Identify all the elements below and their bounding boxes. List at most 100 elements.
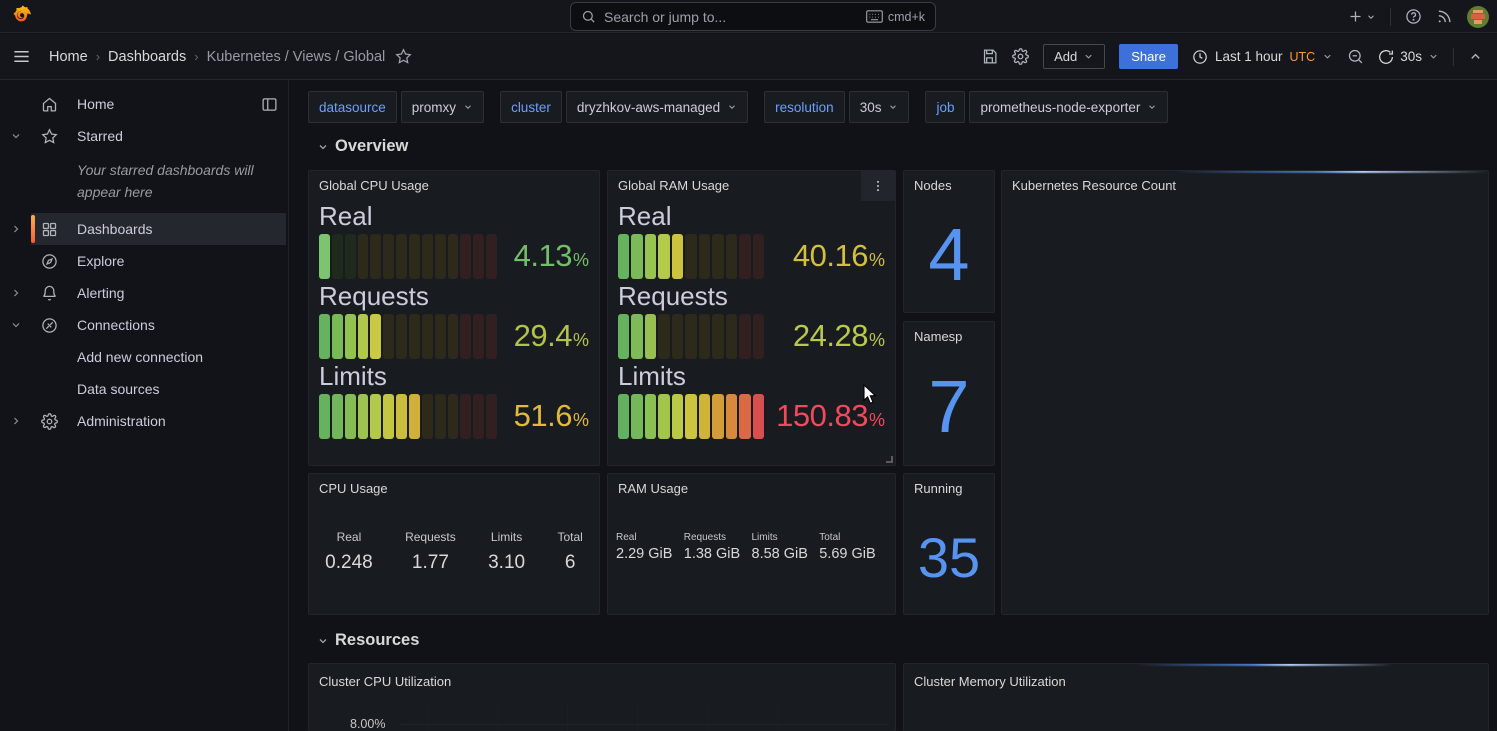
sidebar-item-explore[interactable]: Explore — [0, 245, 288, 277]
gauge-row: 29.4% — [319, 314, 589, 359]
mouse-cursor — [863, 384, 878, 405]
time-range-label: Last 1 hour — [1215, 49, 1283, 64]
gauge-segment — [319, 234, 330, 279]
panel-nodes: Nodes 4 — [903, 170, 995, 313]
filter-value-dropdown[interactable]: promxy — [401, 91, 484, 123]
chevron-down-icon — [1322, 51, 1333, 62]
new-dropdown-button[interactable] — [1348, 9, 1376, 24]
menu-icon[interactable] — [12, 47, 31, 66]
chevron-down-icon — [1083, 51, 1094, 62]
refresh-interval-label: 30s — [1400, 49, 1422, 64]
filter-cluster: cluster dryzhkov-aws-managed — [500, 91, 748, 123]
plug-icon — [41, 317, 58, 334]
dock-sidebar-icon[interactable] — [261, 96, 278, 113]
chevron-right-icon[interactable] — [10, 287, 22, 299]
panel-title[interactable]: RAM Usage — [608, 474, 895, 500]
add-button[interactable]: Add — [1043, 44, 1105, 69]
sidebar-item-starred[interactable]: Starred — [0, 120, 288, 152]
gauge-segment — [448, 394, 459, 439]
gauge-row-label: Requests — [618, 282, 885, 312]
panel-title[interactable]: Nodes — [904, 171, 994, 197]
gauge-segment — [685, 234, 696, 279]
gauge-segment — [370, 394, 381, 439]
panel-title[interactable]: CPU Usage — [309, 474, 599, 500]
keyboard-icon — [866, 10, 883, 23]
grafana-logo-icon[interactable] — [11, 5, 33, 27]
news-icon[interactable] — [1436, 8, 1453, 25]
zoom-out-icon[interactable] — [1347, 48, 1364, 65]
chevron-down-icon[interactable] — [10, 130, 22, 142]
filter-value-dropdown[interactable]: 30s — [849, 91, 910, 123]
chevron-right-icon[interactable] — [10, 415, 22, 427]
ram-gauge-rows: Real 40.16% Requests 24.28% Limits 150.8… — [608, 197, 895, 439]
panel-title[interactable]: Global CPU Usage — [309, 171, 599, 197]
stat-limits: Limits3.10 — [488, 530, 525, 574]
chevron-right-icon[interactable] — [10, 223, 22, 235]
section-overview[interactable]: Overview — [317, 137, 408, 156]
gauge-bar — [618, 314, 764, 359]
star-icon[interactable] — [395, 48, 412, 65]
sidebar-item-dashboards[interactable]: Dashboards — [0, 213, 288, 245]
section-resources[interactable]: Resources — [317, 631, 419, 650]
gauge-segment — [448, 314, 459, 359]
clock-icon — [1192, 49, 1208, 65]
gauge-segment — [753, 234, 764, 279]
chevron-down-icon — [727, 102, 737, 112]
panel-title[interactable]: Running — [904, 474, 994, 500]
gauge-segment — [631, 314, 642, 359]
filter-label: cluster — [500, 91, 562, 123]
gauge-segment — [712, 234, 723, 279]
panel-title[interactable]: Cluster Memory Utilization — [904, 664, 1488, 693]
gauge-segment — [699, 314, 710, 359]
panel-title[interactable]: Global RAM Usage — [608, 171, 895, 197]
panel-title[interactable]: Cluster CPU Utilization — [309, 664, 895, 693]
panel-cluster-cpu-utilization: Cluster CPU Utilization 8.00% — [308, 663, 896, 731]
gauge-segment — [473, 394, 484, 439]
gauge-segment — [753, 314, 764, 359]
settings-gear-icon[interactable] — [1012, 48, 1029, 65]
panel-resize-handle[interactable] — [886, 456, 893, 463]
gauge-segment — [345, 314, 356, 359]
panel-title[interactable]: Namesp — [904, 322, 994, 348]
filter-value-dropdown[interactable]: prometheus-node-exporter — [969, 91, 1168, 123]
panel-menu-kebab-icon[interactable] — [861, 171, 895, 201]
filter-value-dropdown[interactable]: dryzhkov-aws-managed — [566, 91, 748, 123]
chevron-up-icon[interactable] — [1468, 49, 1483, 64]
gauge-bar — [319, 234, 497, 279]
breadcrumb-home[interactable]: Home — [49, 49, 88, 65]
search-shortcut: cmd+k — [866, 10, 925, 24]
gauge-segment — [739, 314, 750, 359]
sidebar-item-data-sources[interactable]: Data sources — [0, 373, 288, 405]
sidebar-item-connections[interactable]: Connections — [0, 309, 288, 341]
gauge-segment — [396, 314, 407, 359]
gear-icon — [41, 413, 58, 430]
top-bar: Search or jump to... cmd+k — [0, 0, 1497, 33]
help-icon[interactable] — [1405, 8, 1422, 25]
time-range-picker[interactable]: Last 1 hour UTC — [1192, 49, 1333, 65]
gauge-segment — [383, 234, 394, 279]
gauge-segment — [631, 234, 642, 279]
sidebar-item-add-new-connection[interactable]: Add new connection — [0, 341, 288, 373]
panel-title[interactable]: Kubernetes Resource Count — [1002, 171, 1488, 197]
sidebar-item-administration[interactable]: Administration — [0, 405, 288, 437]
chevron-down-icon[interactable] — [10, 319, 22, 331]
user-avatar[interactable] — [1467, 6, 1489, 28]
stat-requests: Requests1.38 GiB — [684, 532, 752, 562]
sidebar-item-home[interactable]: Home — [0, 88, 288, 120]
refresh-picker[interactable]: 30s — [1378, 49, 1439, 65]
gauge-segment — [753, 394, 764, 439]
share-button[interactable]: Share — [1119, 44, 1178, 69]
gauge-segment — [726, 234, 737, 279]
gauge-segment — [409, 314, 420, 359]
template-variables-bar: datasource promxy cluster dryzhkov-aws-m… — [308, 91, 1168, 123]
gauge-bar — [319, 314, 497, 359]
breadcrumb-dashboards[interactable]: Dashboards — [108, 49, 186, 65]
grafana-app: Search or jump to... cmd+k — [0, 0, 1497, 731]
sidebar-item-alerting[interactable]: Alerting — [0, 277, 288, 309]
panel-kubernetes-resource-count: Kubernetes Resource Count — [1001, 170, 1489, 615]
global-search-input[interactable]: Search or jump to... cmd+k — [570, 2, 936, 31]
gauge-segment — [672, 234, 683, 279]
chevron-down-icon — [1428, 51, 1439, 62]
save-icon[interactable] — [981, 48, 998, 65]
nodes-stat-value: 4 — [904, 197, 994, 312]
